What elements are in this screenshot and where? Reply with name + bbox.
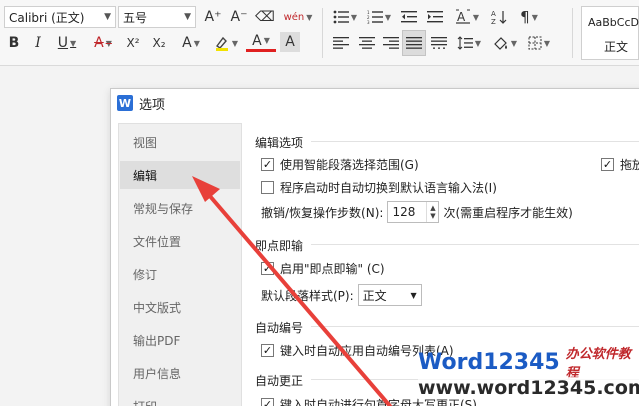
arrow-shaft bbox=[201, 186, 392, 406]
watermark: Word12345 办公软件教程 www.word12345.com bbox=[414, 345, 639, 406]
watermark-logo: Word12345 bbox=[418, 349, 560, 375]
watermark-top: Word12345 办公软件教程 bbox=[418, 347, 639, 381]
watermark-tagline: 办公软件教程 bbox=[565, 347, 631, 381]
arrow-head-icon bbox=[192, 176, 220, 202]
watermark-url: www.word12345.com bbox=[418, 377, 639, 399]
